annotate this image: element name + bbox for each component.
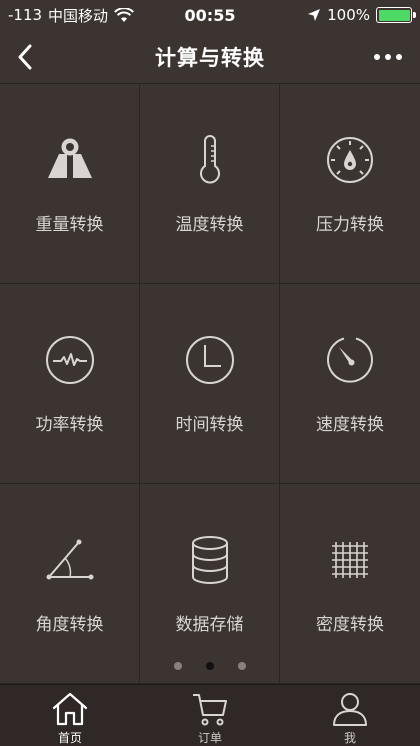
battery-icon — [376, 7, 416, 23]
grid-item-temperature[interactable]: 温度转换 — [140, 84, 280, 284]
grid-item-label: 功率转换 — [35, 415, 104, 435]
status-bar: -113 中国移动 00:55 100% — [0, 0, 420, 30]
more-dots-icon — [396, 54, 402, 60]
database-icon — [184, 534, 236, 586]
battery-fill — [378, 9, 410, 21]
grid-item-weight[interactable]: 重量转换 — [0, 84, 140, 284]
grid-item-storage[interactable]: 数据存储 — [140, 484, 280, 684]
speedometer-icon — [324, 334, 376, 386]
grid-item-label: 时间转换 — [175, 415, 244, 435]
grid-item-label: 重量转换 — [35, 215, 104, 235]
more-dots-icon — [385, 54, 391, 60]
location-arrow-icon — [308, 9, 321, 21]
tab-bar: 首页 订单 我 — [0, 684, 420, 746]
tab-label: 订单 — [197, 731, 222, 745]
grid-item-pressure[interactable]: 压力转换 — [280, 84, 420, 284]
grid-item-label: 数据存储 — [175, 615, 244, 635]
page-indicator — [0, 660, 420, 672]
clock-icon — [184, 334, 236, 386]
back-button[interactable] — [10, 40, 40, 74]
more-button[interactable] — [370, 42, 406, 72]
angle-icon — [44, 534, 96, 586]
tab-label: 首页 — [57, 731, 82, 745]
weight-icon — [44, 134, 96, 186]
grid-item-label: 密度转换 — [316, 615, 384, 635]
tab-orders[interactable]: 订单 — [140, 685, 280, 746]
user-icon — [331, 690, 369, 728]
pressure-gauge-icon — [324, 134, 376, 186]
grid-item-time[interactable]: 时间转换 — [140, 284, 280, 484]
grid-item-density[interactable]: 密度转换 — [280, 484, 420, 684]
grid-item-label: 速度转换 — [316, 415, 384, 435]
wifi-icon — [114, 7, 134, 22]
thermometer-icon — [184, 134, 236, 186]
grid-density-icon — [324, 534, 376, 586]
page-dot-2[interactable] — [206, 662, 214, 670]
cart-icon — [191, 690, 229, 728]
home-icon — [51, 690, 89, 728]
status-left: -113 中国移动 — [8, 5, 134, 26]
signal-strength: -113 — [8, 6, 43, 24]
tab-label: 我 — [343, 731, 356, 745]
grid-item-power[interactable]: 功率转换 — [0, 284, 140, 484]
page-title: 计算与转换 — [155, 45, 265, 70]
page-dot-3[interactable] — [238, 662, 246, 670]
grid-item-angle[interactable]: 角度转换 — [0, 484, 140, 684]
pulse-icon — [44, 334, 96, 386]
nav-bar: 计算与转换 — [0, 30, 420, 84]
tab-home[interactable]: 首页 — [0, 685, 140, 746]
page-dot-1[interactable] — [174, 662, 182, 670]
grid-item-label: 压力转换 — [316, 215, 384, 235]
tab-me[interactable]: 我 — [280, 685, 420, 746]
carrier-name: 中国移动 — [48, 6, 109, 25]
status-right: 100% — [307, 6, 416, 24]
grid-item-label: 角度转换 — [35, 615, 104, 635]
grid-item-label: 温度转换 — [175, 215, 244, 235]
battery-percent: 100% — [327, 6, 370, 24]
converter-grid: 重量转换 温度转换 压力转换 功率转换 时间转换 速度转换 角度转换 数据存储 … — [0, 84, 420, 684]
chevron-left-icon — [18, 44, 32, 70]
grid-item-speed[interactable]: 速度转换 — [280, 284, 420, 484]
more-dots-icon — [374, 54, 380, 60]
